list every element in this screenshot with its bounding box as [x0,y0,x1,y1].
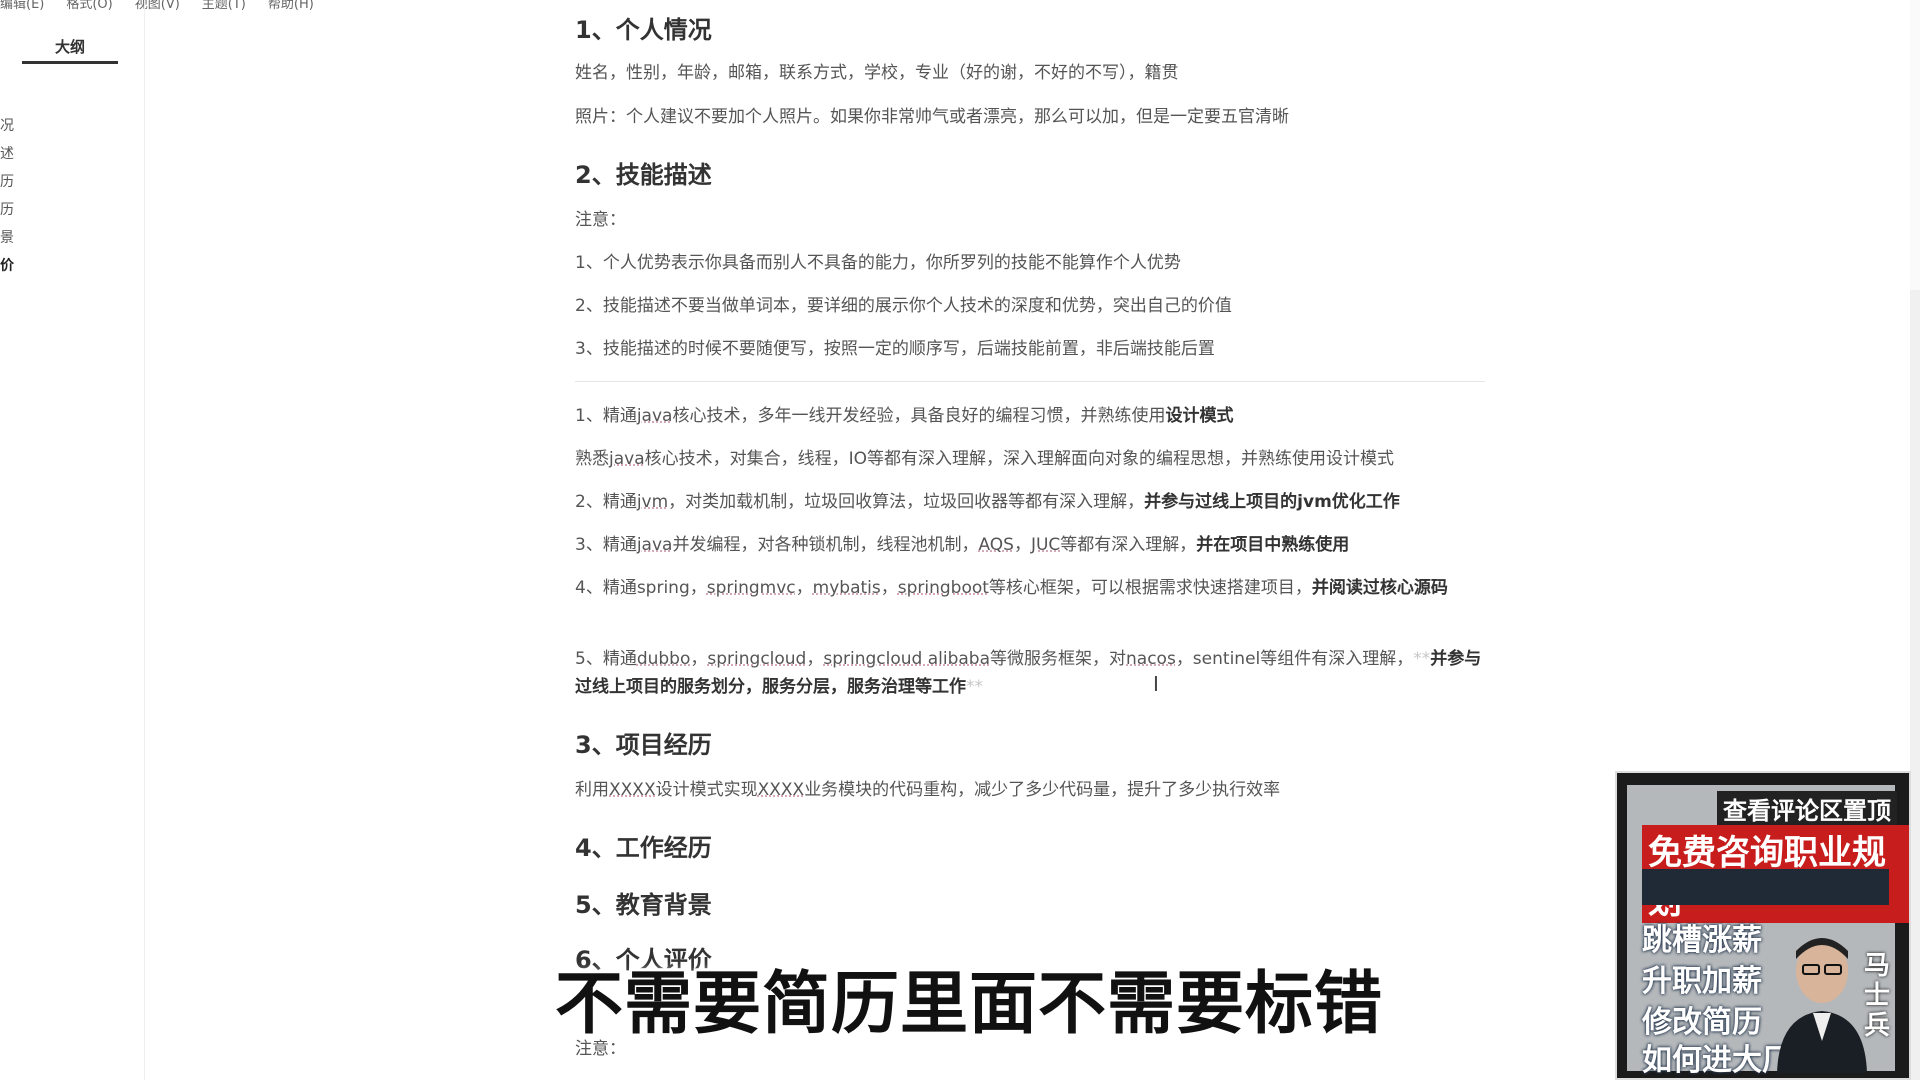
outline-item[interactable]: 述 [0,140,14,168]
paragraph: 熟悉java核心技术，对集合，线程，IO等都有深入理解，深入理解面向对象的编程思… [575,449,1395,469]
tab-outline[interactable]: 大纲 [22,36,118,57]
heading-skills: 2、技能描述 [575,161,712,189]
heading-projects: 3、项目经历 [575,731,712,759]
menu-help[interactable]: 帮助(H) [268,0,314,14]
paragraph: 1、精通java核心技术，多年一线开发经验，具备良好的编程习惯，并熟练使用设计模… [575,406,1234,426]
scrollbar-thumb[interactable] [1910,290,1920,1080]
horizontal-rule [575,381,1485,382]
promo-top-text: 查看评论区置顶 [1717,791,1897,826]
paragraph: 4、精通spring，springmvc，mybatis，springboot等… [575,578,1448,598]
promo-line: 跳槽涨薪 [1642,923,1762,958]
text-cursor-icon: I [1153,672,1159,696]
heading-personal: 1、个人情况 [575,16,712,44]
paragraph: 3、精通java并发编程，对各种锁机制，线程池机制，AQS，JUC等都有深入理解… [575,535,1350,555]
outline-item[interactable]: 历 [0,196,14,224]
video-subtitle: 不需要简历里面不需要标错 [555,965,1384,1044]
outline-item[interactable]: 景 [0,224,14,252]
outline-item[interactable]: 历 [0,168,14,196]
paragraph: 3、技能描述的时候不要随便写，按照一定的顺序写，后端技能前置，非后端技能后置 [575,339,1215,359]
paragraph: 1、个人优势表示你具备而别人不具备的能力，你所罗列的技能不能算作个人优势 [575,253,1181,273]
paragraph: 注意： [575,210,626,230]
presenter-name: 马士兵 [1863,951,1890,1041]
paragraph: 2、技能描述不要当做单词本，要详细的展示你个人技术的深度和优势，突出自己的价值 [575,296,1232,316]
outline-list: 况 述 历 历 景 价 [0,112,14,280]
paragraph: 照片：个人建议不要加个人照片。如果你非常帅气或者漂亮，那么可以加，但是一定要五官… [575,107,1289,127]
paragraph: 5、精通dubbo，springcloud，springcloud alibab… [575,649,1482,697]
paragraph: 利用XXXX设计模式实现XXXX业务模块的代码重构，减少了多少代码量，提升了多少… [575,780,1281,800]
heading-education: 5、教育背景 [575,891,712,919]
outline-sidebar: 大纲 况 述 历 历 景 价 [0,0,145,1080]
tab-active-indicator [22,61,118,64]
heading-work: 4、工作经历 [575,834,712,862]
promo-banner[interactable]: 查看评论区置顶 免费咨询职业规划 跳槽涨薪 升职加薪 修改简历 如何进大厂 马士… [1615,771,1911,1080]
outline-item-active[interactable]: 价 [0,252,14,280]
outline-item[interactable]: 况 [0,112,14,140]
promo-dark-strip [1642,869,1889,905]
paragraph: 2、精通jvm，对类加载机制，垃圾回收算法，垃圾回收器等都有深入理解，并参与过线… [575,492,1400,512]
promo-line: 升职加薪 [1642,964,1762,999]
menu-theme[interactable]: 主题(T) [202,0,246,14]
paragraph: 姓名，性别，年龄，邮箱，联系方式，学校，专业（好的谢，不好的不写），籍贯 [575,63,1179,83]
